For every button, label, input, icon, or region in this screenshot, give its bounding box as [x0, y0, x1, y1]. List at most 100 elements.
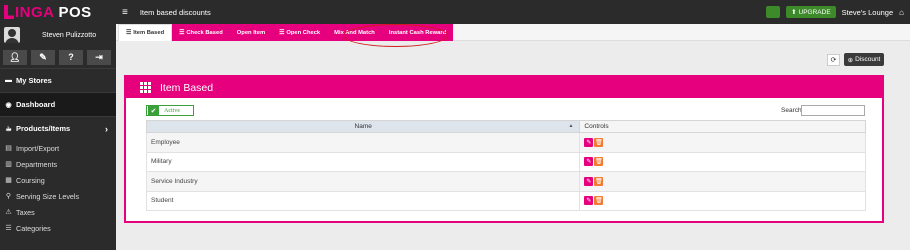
table-header-row: Name ▲ Controls [145, 120, 866, 133]
panel-controls: ✔ Active Search [126, 98, 882, 118]
upgrade-icon: ⬆︎ [791, 9, 797, 16]
sidebar-item-import-export[interactable]: ▤ Import/Export [0, 140, 116, 156]
table-row: Service Industry ✎ 🗑︎ [145, 171, 866, 192]
edit-icon[interactable]: ✎ [584, 196, 594, 206]
row-controls: ✎ 🗑︎ [579, 132, 866, 153]
top-bar: ≡ Item based discounts ⬆︎ UPGRADE Steve'… [116, 0, 910, 24]
row-name: Military [145, 151, 581, 172]
row-name: Service Industry [145, 171, 581, 192]
upgrade-button[interactable]: ⬆︎ UPGRADE [786, 6, 836, 18]
plus-circle-icon: ⊕ [847, 56, 854, 64]
tab-open-check[interactable]: ☰ Open Check [272, 24, 328, 41]
home-icon[interactable]: ⌂ [899, 8, 904, 17]
sidebar-item-products-items[interactable]: ☕︎ Products/Items › [0, 116, 116, 140]
row-controls: ✎ 🗑︎ [579, 151, 866, 172]
sidebar-item-label: Dashboard [16, 100, 56, 109]
sidebar-item-dashboard[interactable]: ◉ Dashboard [0, 92, 116, 116]
column-header-controls: Controls [579, 120, 866, 133]
annotation-highlight-ellipse [343, 24, 448, 47]
user-profile[interactable]: Steven Pulizzotto [0, 24, 116, 46]
logout-icon[interactable]: ⇥ [87, 49, 111, 65]
dashboard-icon: ◉ [5, 101, 12, 109]
refresh-button[interactable]: ⟳ [827, 54, 840, 66]
add-discount-label: Discount [855, 56, 881, 63]
menu-icon[interactable]: ≡ [122, 7, 128, 18]
sidebar-item-label: Taxes [16, 207, 35, 217]
logo-text-pos: POS [58, 3, 92, 21]
edit-icon[interactable]: ✎ [584, 137, 594, 147]
delete-icon[interactable]: 🗑︎ [594, 157, 604, 167]
help-icon[interactable]: ? [59, 49, 83, 65]
logo-text: INGA [15, 3, 55, 21]
sidebar-item-serving-size-levels[interactable]: ⚲ Serving Size Levels [0, 188, 116, 204]
upgrade-label: UPGRADE [798, 8, 831, 16]
row-name: Student [145, 190, 581, 211]
brand-logo[interactable]: INGA POS [0, 0, 116, 24]
search-input[interactable] [801, 105, 865, 116]
column-header-name[interactable]: Name ▲ [145, 120, 581, 133]
delete-icon[interactable]: 🗑︎ [594, 176, 604, 186]
sidebar-item-label: Import/Export [16, 143, 60, 153]
tab-label: Item Based [133, 30, 165, 36]
active-label: Active [164, 107, 180, 114]
tab-check-based[interactable]: ☰ Check Based [172, 24, 230, 41]
edit-icon[interactable]: ✎ [584, 176, 594, 186]
item-based-panel: Item Based ✔ Active Search Name ▲ Contro… [124, 75, 884, 223]
page-title: Item based discounts [139, 7, 211, 17]
sidebar-item-label: My Stores [16, 76, 52, 85]
products-icon: ☕︎ [5, 125, 12, 133]
tab-label: Check Based [186, 29, 223, 36]
user-toolbar: 👤︎ ✎ ? ⇥ [0, 46, 116, 68]
delete-icon[interactable]: 🗑︎ [594, 137, 604, 147]
row-controls: ✎ 🗑︎ [579, 190, 866, 211]
tab-icon: ☰ [279, 29, 285, 36]
edit-icon[interactable]: ✎ [584, 157, 594, 167]
sidebar-item-label: Coursing [16, 175, 45, 185]
sort-asc-icon[interactable]: ▲ [568, 123, 573, 129]
add-discount-button[interactable]: ⊕ Discount [844, 53, 884, 66]
logo-mark-icon [4, 5, 14, 19]
departments-icon: ▥ [5, 161, 12, 168]
discounts-table: Name ▲ Controls Employee ✎ 🗑︎ Military ✎ 🗑… [145, 120, 866, 211]
sidebar-item-departments[interactable]: ▥ Departments [0, 156, 116, 172]
check-icon: ✔ [148, 106, 159, 115]
tab-bar: ☰ Item Based ☰ Check Based Open Item ☰ O… [116, 24, 910, 47]
sidebar-item-coursing[interactable]: ▦ Coursing [0, 172, 116, 188]
tab-label: Open Item [236, 29, 266, 36]
notification-icon[interactable] [766, 6, 781, 18]
top-bar-right: ⬆︎ UPGRADE Steve's Lounge ⌂ [766, 6, 904, 18]
user-name: Steven Pulizzotto [42, 31, 97, 39]
active-filter-toggle[interactable]: ✔ Active [146, 105, 194, 116]
row-name: Employee [145, 132, 581, 153]
row-controls: ✎ 🗑︎ [579, 171, 866, 192]
search-label: Search [781, 107, 802, 114]
panel-title: Item Based [160, 81, 214, 94]
serving-size-icon: ⚲ [5, 193, 12, 200]
sidebar-item-label: Serving Size Levels [16, 191, 80, 201]
coursing-icon: ▦ [5, 177, 12, 184]
sidebar-item-my-stores[interactable]: ▬ My Stores [0, 68, 116, 92]
store-icon: ▬ [5, 77, 12, 84]
avatar [4, 27, 20, 43]
refresh-icon: ⟳ [830, 57, 837, 64]
sidebar-item-categories[interactable]: ☰ Categories [0, 220, 116, 236]
chevron-right-icon: › [105, 123, 108, 134]
table-row: Student ✎ 🗑︎ [145, 190, 866, 211]
import-icon: ▤ [5, 145, 12, 152]
tab-open-item[interactable]: Open Item [229, 24, 273, 41]
table-row: Military ✎ 🗑︎ [145, 151, 866, 172]
tab-icon: ☰ [179, 29, 185, 36]
pencil-icon[interactable]: ✎ [31, 49, 55, 65]
delete-icon[interactable]: 🗑︎ [594, 196, 604, 206]
sidebar-item-label: Departments [16, 159, 58, 169]
categories-icon: ☰ [5, 225, 12, 232]
user-icon[interactable]: 👤︎ [3, 49, 27, 65]
tab-icon: ☰ [126, 30, 132, 36]
sidebar-item-taxes[interactable]: ⚠︎ Taxes [0, 204, 116, 220]
store-name[interactable]: Steve's Lounge [842, 8, 893, 17]
panel-header: Item Based [126, 77, 882, 98]
table-row: Employee ✎ 🗑︎ [145, 132, 866, 153]
tab-item-based[interactable]: ☰ Item Based [118, 24, 173, 41]
sidebar-item-label: Categories [16, 223, 51, 233]
grid-icon [140, 82, 151, 93]
